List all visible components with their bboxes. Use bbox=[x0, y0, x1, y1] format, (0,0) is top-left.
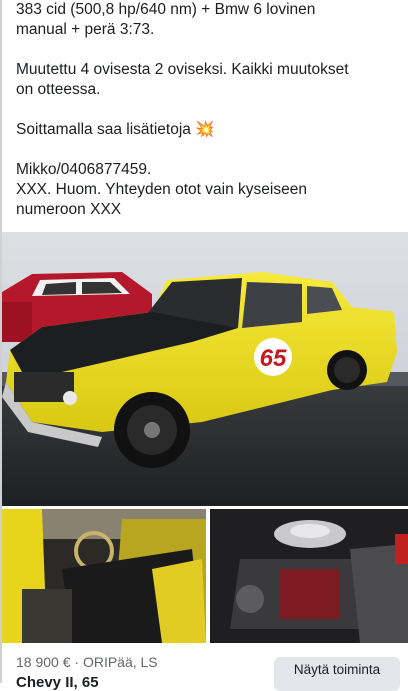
contact-text: Soittamalla saa lisätietoja bbox=[16, 121, 191, 138]
post-description: 383 cid (500,8 hp/640 nm) + Bmw 6 lovine… bbox=[16, 0, 396, 220]
desc-line: numeroon XXX bbox=[16, 201, 122, 218]
desc-line-contact: Soittamalla saa lisätietoja 💥 bbox=[16, 120, 396, 140]
desc-line: 383 cid (500,8 hp/640 nm) + Bmw 6 lovine… bbox=[16, 1, 316, 18]
show-actions-button[interactable]: Näytä toiminta bbox=[274, 657, 400, 691]
desc-line: manual + perä 3:73. bbox=[16, 21, 155, 38]
collision-emoji-icon: 💥 bbox=[195, 121, 215, 138]
desc-line: on otteessa. bbox=[16, 81, 101, 98]
desc-line: Muutettu 4 ovisesta 2 oviseksi. Kaikki m… bbox=[16, 61, 349, 78]
interior-photo[interactable] bbox=[2, 509, 206, 643]
race-number: 65 bbox=[260, 345, 287, 372]
listing-meta: 18 900 € · ORIPää, LS bbox=[16, 654, 158, 670]
desc-line: Mikko/0406877459. bbox=[16, 161, 152, 178]
engine-photo[interactable] bbox=[210, 509, 408, 643]
main-car-photo[interactable]: 65 bbox=[2, 232, 408, 506]
desc-line: XXX. Huom. Yhteyden otot vain kyseiseen bbox=[16, 181, 307, 198]
